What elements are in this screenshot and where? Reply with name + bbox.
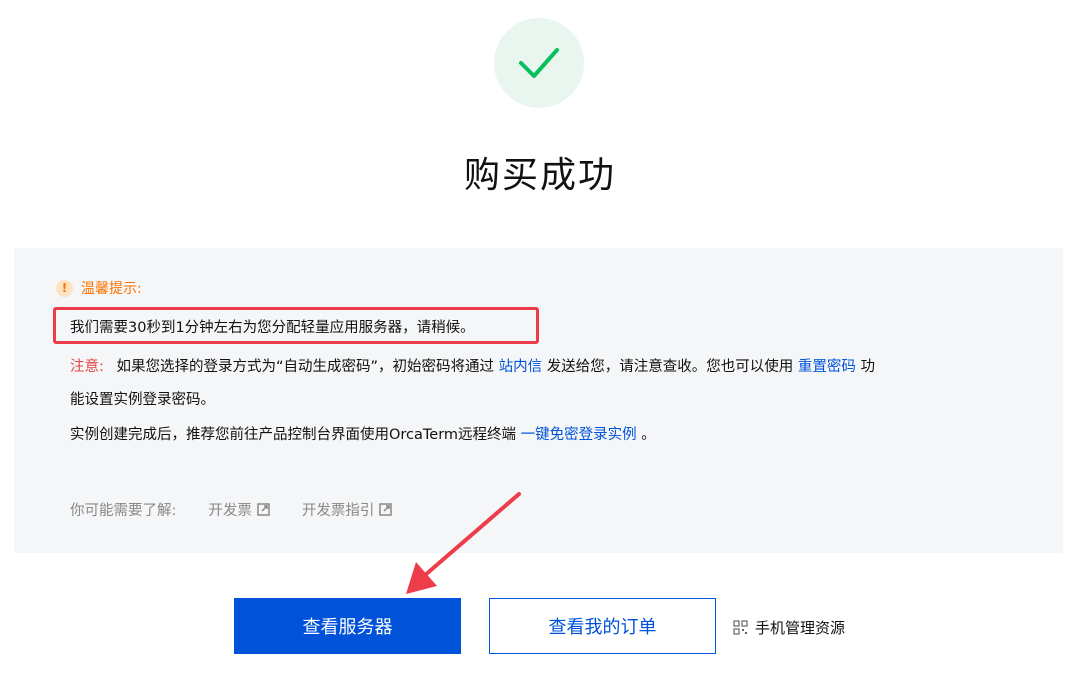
mobile-manage-link[interactable]: 手机管理资源 — [733, 617, 845, 638]
tip-label: 温馨提示: — [81, 281, 142, 297]
exclamation-icon: ! — [56, 279, 73, 297]
invoice-guide-link-label: 开发票指引 — [301, 503, 375, 519]
qr-code-icon — [733, 620, 748, 635]
view-orders-button[interactable]: 查看我的订单 — [489, 598, 716, 654]
learn-more-row: 你可能需要了解: 开发票 开发票指引 — [70, 499, 393, 520]
page-title: 购买成功 — [463, 155, 616, 196]
invoice-link[interactable]: 开发票 — [208, 499, 270, 520]
orca-text: 实例创建完成后，推荐您前往产品控制台界面使用OrcaTerm远程终端 — [70, 427, 517, 443]
invoice-link-label: 开发票 — [208, 503, 252, 519]
orca-line: 实例创建完成后，推荐您前往产品控制台界面使用OrcaTerm远程终端 一键免密登… — [70, 423, 656, 444]
note-line: 注意: 如果您选择的登录方式为“自动生成密码”，初始密码将通过 站内信 发送给您… — [70, 355, 875, 376]
checkmark-icon — [519, 48, 559, 78]
tip-header: ! 温馨提示: — [56, 278, 142, 298]
highlight-annotation-box — [53, 307, 539, 344]
view-server-button[interactable]: 查看服务器 — [234, 598, 461, 654]
mobile-manage-label: 手机管理资源 — [755, 619, 846, 637]
one-click-login-link[interactable]: 一键免密登录实例 — [521, 427, 637, 443]
reset-password-link[interactable]: 重置密码 — [798, 359, 856, 375]
learn-more-label: 你可能需要了解: — [70, 503, 177, 519]
note-text-4: 能设置实例登录密码。 — [70, 392, 215, 408]
external-link-icon — [379, 503, 393, 516]
note-text-2: 发送给您，请注意查收。您也可以使用 — [546, 359, 794, 375]
external-link-icon — [257, 503, 270, 516]
station-message-link[interactable]: 站内信 — [499, 359, 543, 375]
orca-end: 。 — [641, 427, 656, 443]
note-label: 注意: — [70, 359, 104, 375]
invoice-guide-link[interactable]: 开发票指引 — [302, 499, 393, 520]
note-text-3: 功 — [860, 359, 875, 375]
success-icon — [494, 18, 584, 108]
note-text-1: 如果您选择的登录方式为“自动生成密码”，初始密码将通过 — [116, 359, 495, 375]
